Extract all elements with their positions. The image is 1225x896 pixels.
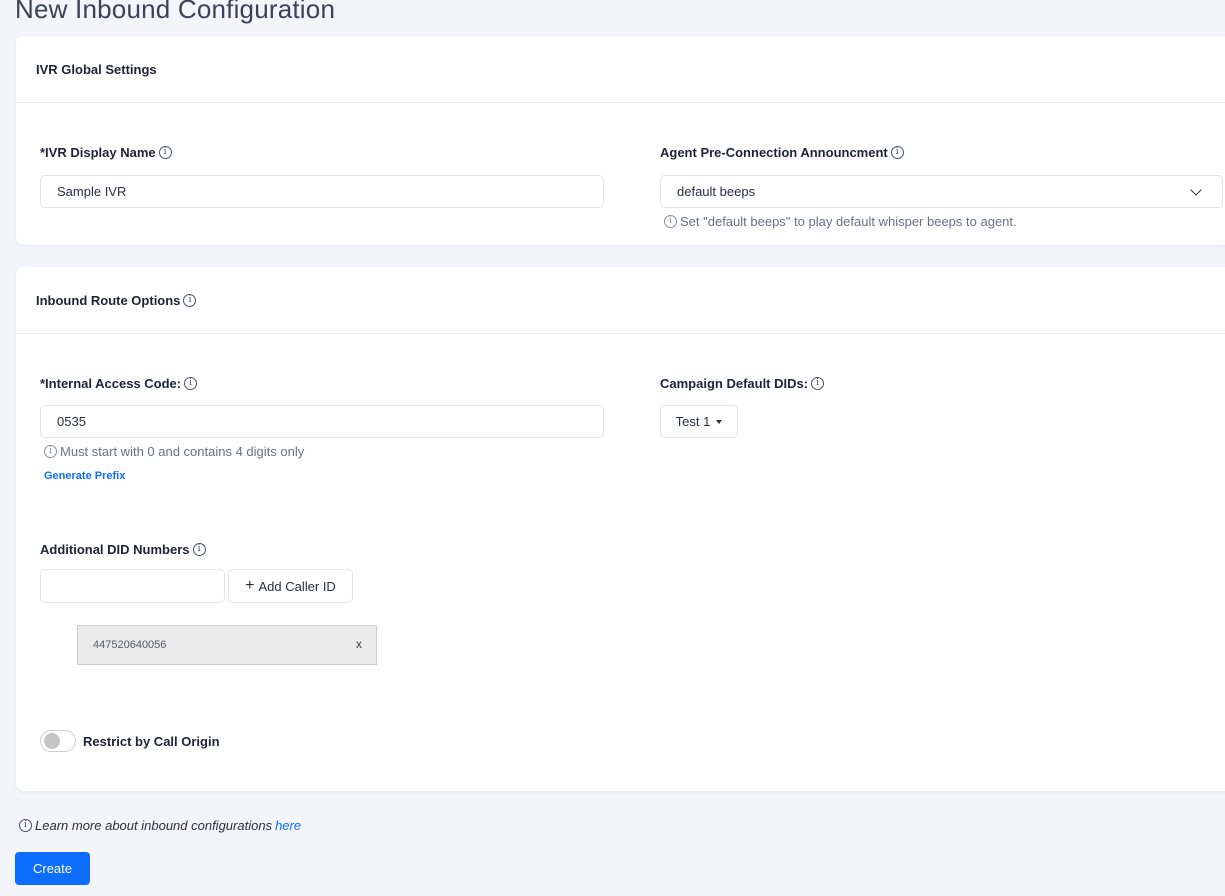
internal-access-code-input[interactable]	[40, 405, 604, 438]
ivr-global-settings-header: IVR Global Settings	[16, 36, 1225, 103]
additional-did-numbers-label: Additional DID Numbers i	[40, 542, 206, 557]
info-icon[interactable]: i	[192, 543, 206, 556]
internal-access-code-label: *Internal Access Code: i	[40, 376, 198, 391]
info-icon: i	[19, 819, 32, 832]
did-number-value: 447520640056	[93, 639, 167, 651]
info-icon: i	[664, 215, 677, 228]
info-icon[interactable]: i	[183, 293, 197, 307]
inbound-route-options-header: Inbound Route Options i	[16, 267, 1225, 334]
plus-icon: +	[245, 576, 255, 594]
info-icon[interactable]: i	[811, 377, 825, 390]
campaign-default-dids-label: Campaign Default DIDs: i	[660, 376, 825, 391]
info-icon[interactable]: i	[890, 146, 904, 159]
ivr-display-name-input[interactable]	[40, 175, 604, 208]
announcement-selected-value: default beeps	[677, 184, 756, 199]
info-icon[interactable]: i	[158, 146, 172, 159]
generate-prefix-link[interactable]: Generate Prefix	[44, 470, 125, 482]
restrict-call-origin-label: Restrict by Call Origin	[83, 734, 220, 749]
additional-did-input[interactable]	[40, 569, 225, 603]
chevron-down-icon	[1190, 184, 1202, 196]
campaign-dids-dropdown[interactable]: Test 1	[660, 405, 738, 438]
add-caller-id-button[interactable]: + Add Caller ID	[228, 569, 353, 603]
learn-more-note: i Learn more about inbound configuration…	[19, 818, 301, 833]
did-number-chip: 447520640056 x	[77, 625, 377, 665]
inbound-route-options-card: Inbound Route Options i *Internal Access…	[16, 267, 1225, 791]
ivr-global-settings-card: IVR Global Settings *IVR Display Name i …	[16, 36, 1225, 245]
info-icon: i	[44, 445, 57, 458]
announcement-label: Agent Pre-Connection Announcment i	[660, 145, 904, 160]
restrict-call-origin-toggle[interactable]	[40, 730, 76, 752]
announcement-select[interactable]: default beeps	[660, 175, 1223, 208]
caret-down-icon	[716, 419, 723, 424]
info-icon[interactable]: i	[184, 377, 198, 390]
toggle-knob	[44, 733, 60, 749]
learn-more-link[interactable]: here	[275, 818, 301, 833]
ivr-display-name-label: *IVR Display Name i	[40, 145, 172, 160]
page-title: New Inbound Configuration	[15, 0, 336, 24]
campaign-dids-selected: Test 1	[675, 414, 711, 429]
announcement-helper: i Set "default beeps" to play default wh…	[664, 214, 1017, 229]
close-icon[interactable]: x	[356, 637, 362, 651]
access-code-helper: i Must start with 0 and contains 4 digit…	[44, 444, 304, 459]
create-button[interactable]: Create	[15, 852, 90, 885]
